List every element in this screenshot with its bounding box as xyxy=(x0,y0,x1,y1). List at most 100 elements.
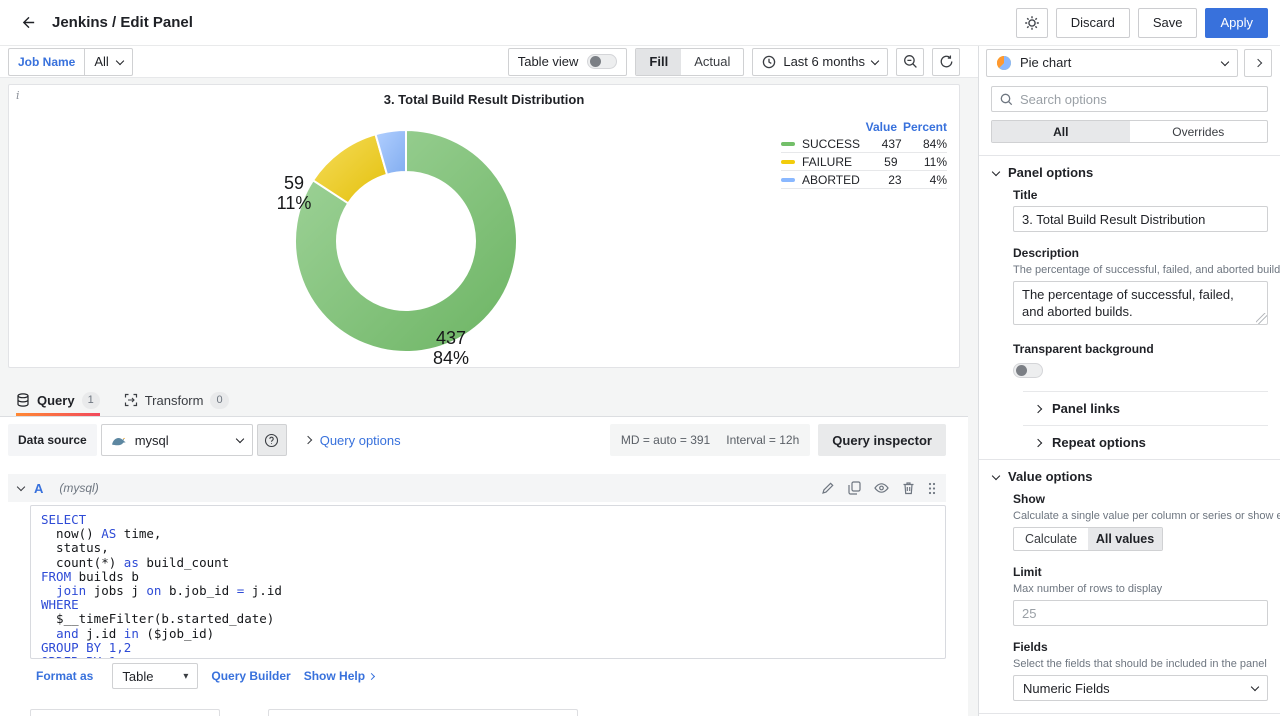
panel-settings-button[interactable] xyxy=(1016,8,1048,38)
chevron-down-icon xyxy=(871,56,879,64)
refresh-button[interactable] xyxy=(932,48,960,76)
datasource-picker[interactable]: mysql xyxy=(101,424,253,456)
format-select[interactable]: Table ▾ xyxy=(112,663,198,689)
section-value-options[interactable]: Value options xyxy=(991,460,1268,492)
legend-row-success[interactable]: SUCCESS 437 84% xyxy=(781,135,947,153)
legend-swatch xyxy=(781,160,795,164)
fields-label: Fields xyxy=(1013,640,1268,654)
save-button[interactable]: Save xyxy=(1138,8,1198,38)
arrow-left-icon xyxy=(20,14,37,31)
clipped-button[interactable] xyxy=(30,709,220,716)
discard-button[interactable]: Discard xyxy=(1056,8,1130,38)
options-pane: Pie chart All Overrides Panel options Ti… xyxy=(978,46,1280,716)
collapse-chevron-icon xyxy=(17,483,25,491)
description-label: Description xyxy=(1013,246,1268,260)
chevron-down-icon xyxy=(992,471,1000,479)
magnifier-minus-icon xyxy=(903,54,918,69)
show-help-link[interactable]: Show Help xyxy=(304,669,374,683)
fit-fill-option[interactable]: Fill xyxy=(636,49,681,75)
legend-row-aborted[interactable]: ABORTED 23 4% xyxy=(781,171,947,189)
show-calculate-option[interactable]: Calculate xyxy=(1014,528,1088,550)
filter-tab-overrides[interactable]: Overrides xyxy=(1130,121,1268,142)
fields-select[interactable]: Numeric Fields xyxy=(1013,675,1268,701)
drag-handle-icon[interactable] xyxy=(928,482,936,495)
query-options-toggle[interactable]: Query options xyxy=(305,433,401,448)
edit-pencil-icon[interactable] xyxy=(821,481,835,495)
search-icon xyxy=(1000,93,1013,106)
show-all-values-option[interactable]: All values xyxy=(1088,528,1162,550)
chevron-right-icon xyxy=(1034,404,1042,412)
search-options-input[interactable] xyxy=(1020,92,1259,107)
variable-label: Job Name xyxy=(8,48,84,76)
section-repeat-options[interactable]: Repeat options xyxy=(1023,425,1268,459)
fields-helper: Select the fields that should be include… xyxy=(1013,658,1268,670)
chevron-down-icon xyxy=(1221,57,1229,65)
duplicate-copy-icon[interactable] xyxy=(848,481,861,495)
tab-query[interactable]: Query 1 xyxy=(16,384,100,416)
query-datasource-type: (mysql) xyxy=(59,481,98,495)
interval: Interval = 12h xyxy=(726,433,799,447)
query-editor: Data source mysql Query options xyxy=(0,417,968,716)
page-title: Jenkins / Edit Panel xyxy=(52,14,193,31)
legend-row-failure[interactable]: FAILURE 59 11% xyxy=(781,153,947,171)
mysql-icon xyxy=(111,435,127,446)
query-transform-tabbar: Query 1 Transform 0 xyxy=(0,384,968,417)
delete-trash-icon[interactable] xyxy=(902,481,915,495)
database-icon xyxy=(16,393,30,407)
chevron-down-icon xyxy=(116,56,124,64)
title-label: Title xyxy=(1013,188,1268,202)
apply-button[interactable]: Apply xyxy=(1205,8,1268,38)
limit-input[interactable] xyxy=(1013,600,1268,626)
clipped-button[interactable] xyxy=(268,709,578,716)
legend-swatch xyxy=(781,178,795,182)
limit-helper: Max number of rows to display xyxy=(1013,583,1268,595)
transform-count-badge: 0 xyxy=(210,392,228,409)
fit-actual-option[interactable]: Actual xyxy=(681,49,743,75)
clock-icon xyxy=(762,55,776,69)
edit-panel-header: Jenkins / Edit Panel Discard Save Apply xyxy=(0,0,1280,46)
datasource-label: Data source xyxy=(8,424,97,456)
description-helper: The percentage of successful, failed, an… xyxy=(1013,264,1268,276)
sql-editor[interactable]: SELECT now() AS time, status, count(*) a… xyxy=(30,505,946,659)
fit-mode-segmented: Fill Actual xyxy=(635,48,744,76)
time-range-picker[interactable]: Last 6 months xyxy=(752,48,888,76)
query-row-header[interactable]: A (mysql) xyxy=(8,474,946,502)
section-panel-options[interactable]: Panel options xyxy=(991,156,1268,188)
query-count-badge: 1 xyxy=(82,392,100,409)
panel-title: 3. Total Build Result Distribution xyxy=(9,92,959,107)
section-panel-links[interactable]: Panel links xyxy=(1023,391,1268,425)
table-view-control: Table view xyxy=(508,48,628,76)
collapse-pane-button[interactable] xyxy=(1244,49,1272,77)
legend-swatch xyxy=(781,142,795,146)
datasource-help-button[interactable] xyxy=(257,424,287,456)
show-segmented: Calculate All values xyxy=(1013,527,1163,551)
search-options-box xyxy=(991,86,1268,112)
query-builder-link[interactable]: Query Builder xyxy=(211,669,290,683)
variable-value-dropdown[interactable]: All xyxy=(84,48,132,76)
format-row: Format as Table ▾ Query Builder Show Hel… xyxy=(30,663,374,689)
panel-title-input[interactable] xyxy=(1013,206,1268,232)
chevron-right-icon xyxy=(303,436,311,444)
query-ref-id: A xyxy=(34,481,43,496)
question-circle-icon xyxy=(264,433,279,448)
caret-down-icon: ▾ xyxy=(183,671,188,682)
panel-description-textarea[interactable]: The percentage of successful, failed, an… xyxy=(1013,281,1268,325)
transparent-background-toggle[interactable] xyxy=(1013,363,1043,378)
edit-area: i 3. Total Build Result Distribution 59 … xyxy=(0,78,968,716)
visualization-row: Pie chart xyxy=(979,46,1280,78)
visualization-picker[interactable]: Pie chart xyxy=(986,49,1238,77)
transform-icon xyxy=(124,393,138,407)
legend-col-percent[interactable]: Percent xyxy=(897,120,947,134)
filter-tab-all[interactable]: All xyxy=(992,121,1130,142)
query-inspector-button[interactable]: Query inspector xyxy=(818,424,946,456)
tab-transform[interactable]: Transform 0 xyxy=(124,384,229,416)
hide-eye-icon[interactable] xyxy=(874,482,889,494)
pie-chart-icon xyxy=(996,55,1012,71)
limit-label: Limit xyxy=(1013,565,1268,579)
table-view-toggle[interactable] xyxy=(587,54,617,69)
back-button[interactable] xyxy=(12,7,44,39)
legend-col-value[interactable]: Value xyxy=(851,120,897,134)
max-data-points: MD = auto = 391 xyxy=(621,433,710,447)
chevron-right-icon xyxy=(368,672,375,679)
zoom-out-button[interactable] xyxy=(896,48,924,76)
